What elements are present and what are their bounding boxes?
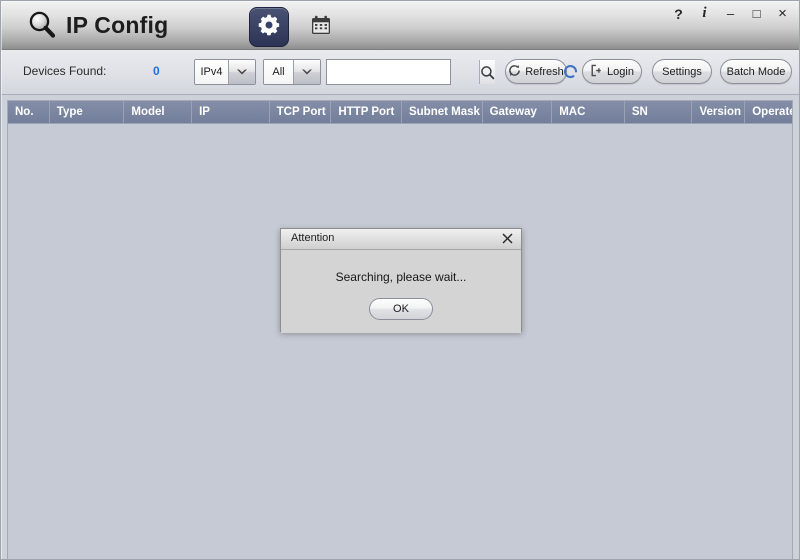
window-controls: ? i – □ × <box>670 5 791 22</box>
settings-button-label: Settings <box>662 65 702 78</box>
table-column-header[interactable]: Model <box>124 101 193 123</box>
table-column-header[interactable]: TCP Port <box>270 101 332 123</box>
table-column-header[interactable]: Operate <box>745 101 792 123</box>
calendar-icon <box>310 14 332 41</box>
table-column-header[interactable]: Gateway <box>483 101 553 123</box>
refresh-icon <box>508 64 521 80</box>
table-column-header[interactable]: No. <box>8 101 50 123</box>
attention-dialog: Attention Searching, please wait... OK <box>280 228 522 333</box>
close-icon[interactable] <box>500 231 515 246</box>
question-mark-icon[interactable]: ? <box>670 5 687 22</box>
batch-mode-button-label: Batch Mode <box>726 65 786 78</box>
title-bar: IP Config ? i – □ × <box>1 1 799 50</box>
table-column-header[interactable]: IP <box>192 101 270 123</box>
tab-schedule[interactable] <box>301 7 341 47</box>
devices-found-label: Devices Found: <box>23 64 107 78</box>
loading-spinner <box>562 63 579 80</box>
table-column-header[interactable]: Subnet Mask <box>402 101 483 123</box>
app-brand: IP Config <box>27 10 168 40</box>
table-column-header[interactable]: Type <box>50 101 125 123</box>
search-icon[interactable] <box>479 60 495 84</box>
minimize-icon[interactable]: – <box>722 5 739 22</box>
info-icon[interactable]: i <box>696 5 713 22</box>
dialog-message: Searching, please wait... <box>335 270 467 284</box>
refresh-button[interactable]: Refresh <box>505 59 567 84</box>
table-column-header[interactable]: SN <box>625 101 693 123</box>
ip-version-value: IPv4 <box>195 60 228 84</box>
table-body[interactable] <box>8 124 792 559</box>
dialog-title: Attention <box>291 232 335 244</box>
app-window: IP Config ? i – □ × Devices Found: 0 IPv… <box>0 0 800 560</box>
magnifier-icon <box>27 10 57 40</box>
table-column-header[interactable]: HTTP Port <box>331 101 402 123</box>
table-header-row: No. Type Model IP TCP Port HTTP Port Subnet Ma… <box>8 101 792 124</box>
login-button[interactable]: Login <box>582 59 642 84</box>
table-column-header[interactable]: MAC <box>552 101 625 123</box>
devices-found-count: 0 <box>153 64 160 78</box>
login-icon <box>590 64 603 80</box>
tab-strip <box>249 7 341 47</box>
device-type-value: All <box>264 60 293 84</box>
page-title: IP Config <box>66 12 169 38</box>
tab-device-config[interactable] <box>249 7 289 47</box>
device-type-select[interactable]: All <box>263 59 321 85</box>
login-button-label: Login <box>607 65 634 78</box>
dialog-title-bar: Attention <box>281 229 521 250</box>
dialog-ok-label: OK <box>393 303 409 315</box>
gear-icon <box>257 13 281 42</box>
maximize-icon[interactable]: □ <box>748 5 765 22</box>
settings-button[interactable]: Settings <box>652 59 712 84</box>
search-input[interactable] <box>327 60 479 84</box>
dialog-body: Searching, please wait... OK <box>281 250 521 333</box>
ip-version-select[interactable]: IPv4 <box>194 59 256 85</box>
chevron-down-icon[interactable] <box>228 60 255 84</box>
table-column-header[interactable]: Version <box>692 101 746 123</box>
dialog-ok-button[interactable]: OK <box>369 298 433 320</box>
batch-mode-button[interactable]: Batch Mode <box>720 59 792 84</box>
close-icon[interactable]: × <box>774 5 791 22</box>
refresh-button-label: Refresh <box>525 65 564 78</box>
chevron-down-icon[interactable] <box>293 60 320 84</box>
search-box[interactable] <box>326 59 495 85</box>
